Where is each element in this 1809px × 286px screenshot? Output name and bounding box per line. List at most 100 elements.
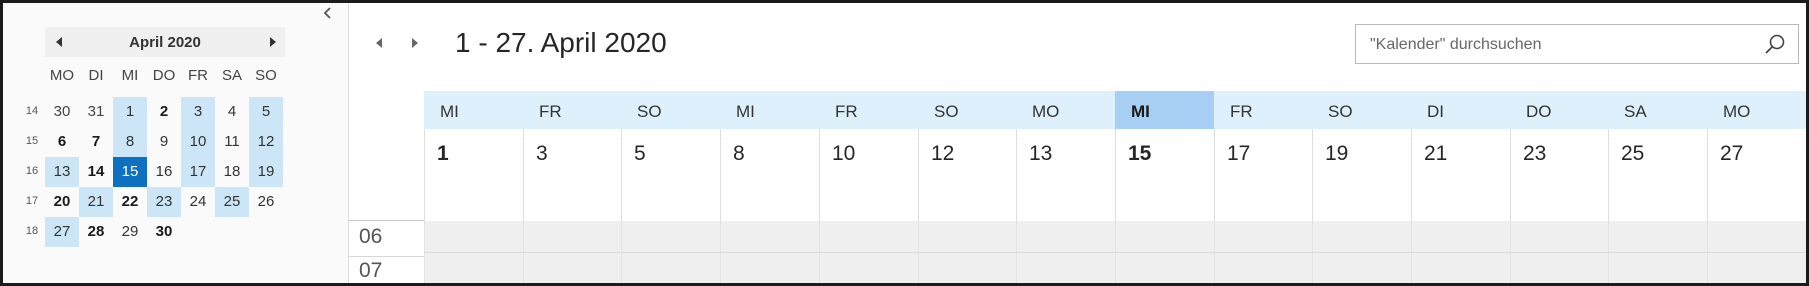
allday-cell[interactable]: 3 bbox=[523, 129, 623, 221]
day-column[interactable]: SO 12 bbox=[918, 91, 1018, 283]
column-header[interactable]: MO bbox=[1707, 91, 1806, 129]
collapse-pane-icon[interactable] bbox=[321, 6, 335, 20]
time-slot-cell[interactable] bbox=[424, 221, 524, 283]
column-day-number[interactable]: 19 bbox=[1325, 142, 1348, 166]
mini-day[interactable]: 6 bbox=[45, 127, 79, 157]
column-header[interactable]: DO bbox=[1510, 91, 1609, 129]
mini-day[interactable]: 11 bbox=[215, 127, 249, 157]
mini-day[interactable]: 9 bbox=[147, 127, 181, 157]
mini-day[interactable]: 20 bbox=[45, 187, 79, 217]
mini-day[interactable]: 30 bbox=[45, 97, 79, 127]
mini-day[interactable]: 27 bbox=[45, 217, 79, 247]
day-column[interactable]: MI 1 bbox=[424, 91, 524, 283]
time-slot-cell[interactable] bbox=[819, 221, 919, 283]
time-slot-cell[interactable] bbox=[918, 221, 1018, 283]
mini-day[interactable]: 14 bbox=[79, 157, 113, 187]
allday-cell[interactable]: 5 bbox=[621, 129, 721, 221]
time-slot-cell[interactable] bbox=[1016, 221, 1116, 283]
time-slot-cell[interactable] bbox=[1115, 221, 1215, 283]
column-header[interactable]: MI bbox=[720, 91, 819, 129]
column-header[interactable]: SA bbox=[1608, 91, 1707, 129]
day-column[interactable]: DO 23 bbox=[1510, 91, 1610, 283]
mini-day[interactable]: 19 bbox=[249, 157, 283, 187]
time-slot-cell[interactable] bbox=[1312, 221, 1412, 283]
allday-cell[interactable]: 27 bbox=[1707, 129, 1806, 221]
time-slot-cell[interactable] bbox=[1214, 221, 1314, 283]
allday-cell[interactable]: 25 bbox=[1608, 129, 1708, 221]
day-column[interactable]: MI 8 bbox=[720, 91, 820, 283]
next-month-icon[interactable] bbox=[267, 36, 279, 48]
column-header[interactable]: FR bbox=[819, 91, 918, 129]
column-day-number[interactable]: 1 bbox=[437, 142, 449, 166]
allday-cell[interactable]: 10 bbox=[819, 129, 919, 221]
column-day-number[interactable]: 12 bbox=[931, 142, 954, 166]
column-header[interactable]: SO bbox=[1312, 91, 1411, 129]
mini-day[interactable]: 17 bbox=[181, 157, 215, 187]
day-column[interactable]: DI 21 bbox=[1411, 91, 1511, 283]
column-header[interactable]: SO bbox=[621, 91, 720, 129]
column-header[interactable]: FR bbox=[1214, 91, 1313, 129]
mini-day[interactable]: 4 bbox=[215, 97, 249, 127]
search-icon[interactable] bbox=[1764, 33, 1786, 55]
allday-cell[interactable]: 15 bbox=[1115, 129, 1215, 221]
mini-day[interactable]: 26 bbox=[249, 187, 283, 217]
day-column[interactable]: MO 27 bbox=[1707, 91, 1806, 283]
mini-day[interactable]: 18 bbox=[215, 157, 249, 187]
mini-day[interactable]: 3 bbox=[181, 97, 215, 127]
day-column[interactable]: MI 15 bbox=[1115, 91, 1215, 283]
mini-day[interactable]: 28 bbox=[79, 217, 113, 247]
column-day-number[interactable]: 3 bbox=[536, 142, 548, 166]
mini-day[interactable]: 8 bbox=[113, 127, 147, 157]
time-slot-cell[interactable] bbox=[621, 221, 721, 283]
column-day-number[interactable]: 23 bbox=[1523, 142, 1546, 166]
column-header[interactable]: MO bbox=[1016, 91, 1115, 129]
time-slot-cell[interactable] bbox=[1510, 221, 1610, 283]
mini-day[interactable]: 2 bbox=[147, 97, 181, 127]
column-day-number[interactable]: 13 bbox=[1029, 142, 1052, 166]
column-day-number[interactable]: 10 bbox=[832, 142, 855, 166]
mini-day[interactable]: 25 bbox=[215, 187, 249, 217]
day-column[interactable]: SA 25 bbox=[1608, 91, 1708, 283]
day-column[interactable]: FR 17 bbox=[1214, 91, 1314, 283]
column-day-number[interactable]: 17 bbox=[1227, 142, 1250, 166]
allday-cell[interactable]: 8 bbox=[720, 129, 820, 221]
column-day-number[interactable]: 27 bbox=[1720, 142, 1743, 166]
time-slot-cell[interactable] bbox=[1608, 221, 1708, 283]
next-period-icon[interactable] bbox=[407, 35, 423, 51]
mini-day[interactable]: 29 bbox=[113, 217, 147, 247]
mini-day[interactable]: 13 bbox=[45, 157, 79, 187]
allday-cell[interactable]: 21 bbox=[1411, 129, 1511, 221]
column-header-today[interactable]: MI bbox=[1115, 91, 1214, 129]
time-slot-cell[interactable] bbox=[1707, 221, 1806, 283]
time-slot-cell[interactable] bbox=[720, 221, 820, 283]
column-day-number[interactable]: 8 bbox=[733, 142, 745, 166]
mini-day[interactable]: 24 bbox=[181, 187, 215, 217]
column-day-number[interactable]: 21 bbox=[1424, 142, 1447, 166]
column-header[interactable]: FR bbox=[523, 91, 622, 129]
column-day-number[interactable]: 15 bbox=[1128, 142, 1151, 166]
day-column[interactable]: MO 13 bbox=[1016, 91, 1116, 283]
mini-day[interactable]: 12 bbox=[249, 127, 283, 157]
mini-day-today[interactable]: 15 bbox=[113, 157, 147, 187]
column-header[interactable]: MI bbox=[424, 91, 523, 129]
column-header[interactable]: DI bbox=[1411, 91, 1510, 129]
previous-period-icon[interactable] bbox=[371, 35, 387, 51]
allday-cell[interactable]: 12 bbox=[918, 129, 1018, 221]
mini-day[interactable]: 1 bbox=[113, 97, 147, 127]
allday-cell[interactable]: 23 bbox=[1510, 129, 1610, 221]
column-header[interactable]: SO bbox=[918, 91, 1017, 129]
mini-day[interactable]: 21 bbox=[79, 187, 113, 217]
mini-day[interactable]: 16 bbox=[147, 157, 181, 187]
day-column[interactable]: FR 10 bbox=[819, 91, 919, 283]
allday-cell[interactable]: 19 bbox=[1312, 129, 1412, 221]
allday-cell[interactable]: 13 bbox=[1016, 129, 1116, 221]
mini-day[interactable]: 10 bbox=[181, 127, 215, 157]
calendar-search[interactable] bbox=[1355, 24, 1799, 64]
search-input[interactable] bbox=[1368, 33, 1732, 57]
mini-day[interactable]: 30 bbox=[147, 217, 181, 247]
mini-day[interactable]: 22 bbox=[113, 187, 147, 217]
mini-day[interactable]: 31 bbox=[79, 97, 113, 127]
time-slot-cell[interactable] bbox=[1411, 221, 1511, 283]
column-day-number[interactable]: 5 bbox=[634, 142, 646, 166]
mini-day[interactable]: 7 bbox=[79, 127, 113, 157]
